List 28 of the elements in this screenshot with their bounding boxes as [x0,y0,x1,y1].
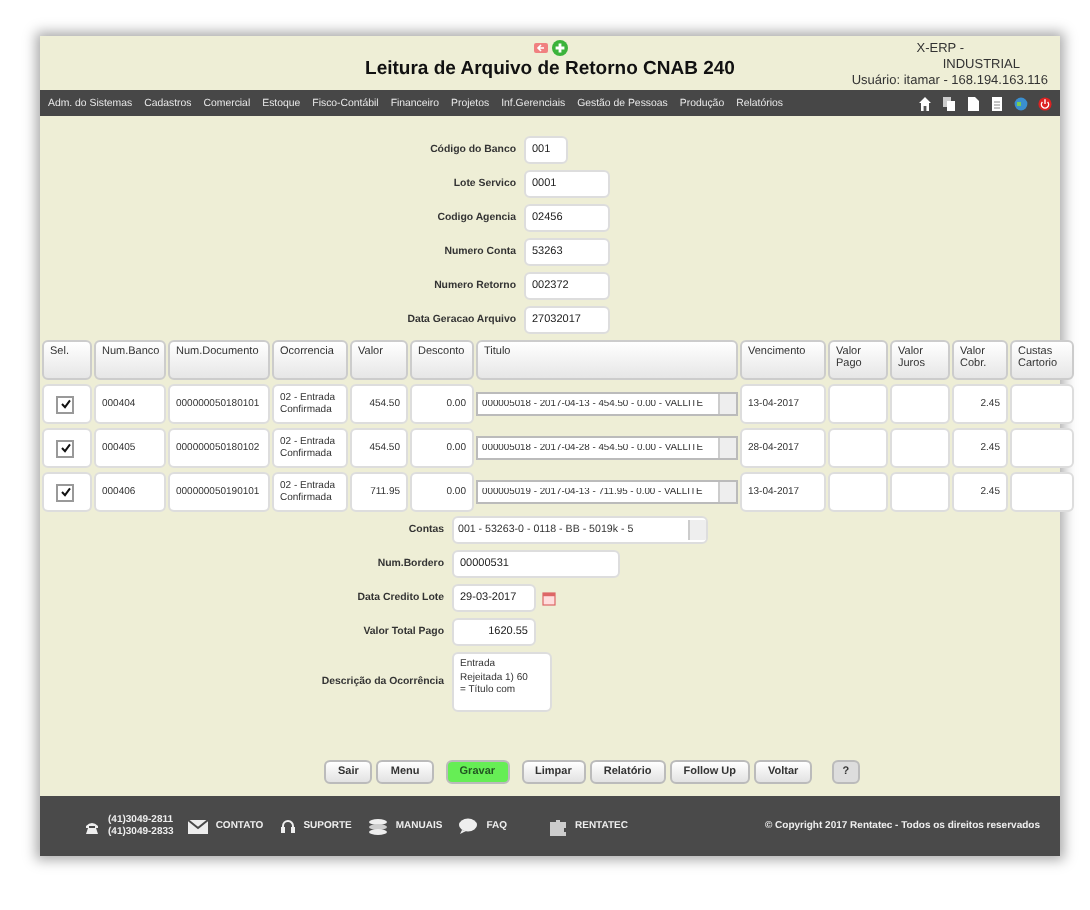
globe-icon[interactable] [1014,95,1028,111]
headset-icon [279,818,296,834]
pages-icon[interactable] [942,95,956,111]
input-field[interactable] [1010,472,1074,512]
input-field[interactable] [890,428,950,468]
calendar-icon[interactable] [542,591,556,605]
input-field[interactable] [828,384,888,424]
back-icon [533,40,549,56]
power-icon[interactable] [1038,95,1052,111]
stack-icon [367,817,388,835]
puzzle-icon [547,817,567,835]
checkbox[interactable] [56,439,74,457]
home-icon[interactable] [918,95,932,111]
add-icon [551,40,567,56]
input-field[interactable] [828,472,888,512]
input-field[interactable] [890,472,950,512]
input-field[interactable] [1010,384,1074,424]
checkbox[interactable] [56,395,74,413]
input-field[interactable] [890,384,950,424]
checkbox[interactable] [56,483,74,501]
input-field[interactable] [1010,428,1074,468]
phone-icon [84,818,100,834]
mail-icon [187,818,208,834]
document-icon[interactable] [966,95,980,111]
input-field[interactable] [828,428,888,468]
chat-bubble-icon [458,818,479,834]
page-title: Leitura de Arquivo de Retorno CNAB 240 [365,58,735,80]
form-icon[interactable] [990,95,1004,111]
